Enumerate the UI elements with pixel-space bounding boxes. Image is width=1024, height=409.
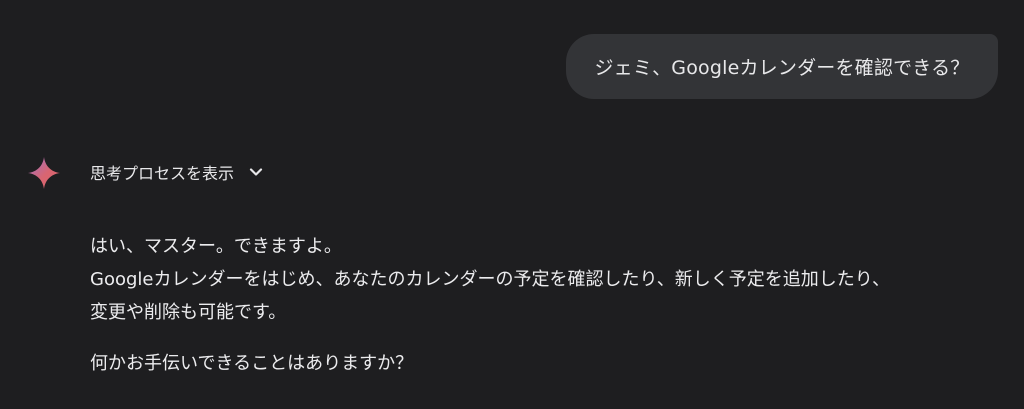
response-line: 変更や削除も可能です。: [90, 302, 287, 323]
gemini-spark-icon: [28, 157, 60, 189]
response-line: はい、マスター。できますよ。: [90, 236, 342, 257]
response-line: Googleカレンダーをはじめ、あなたのカレンダーの予定を確認したり、新しく予定…: [90, 269, 891, 290]
show-thinking-label: 思考プロセスを表示: [90, 164, 235, 183]
assistant-response: はい、マスター。できますよ。 Googleカレンダーをはじめ、あなたのカレンダー…: [90, 230, 1000, 380]
response-question: 何かお手伝いできることはありますか？: [90, 353, 414, 374]
show-thinking-toggle[interactable]: 思考プロセスを表示: [90, 158, 264, 186]
user-message-text: ジェミ、Googleカレンダーを確認できる？: [594, 57, 970, 79]
chevron-down-icon: [249, 168, 263, 176]
user-message-bubble: ジェミ、Googleカレンダーを確認できる？: [566, 34, 998, 99]
